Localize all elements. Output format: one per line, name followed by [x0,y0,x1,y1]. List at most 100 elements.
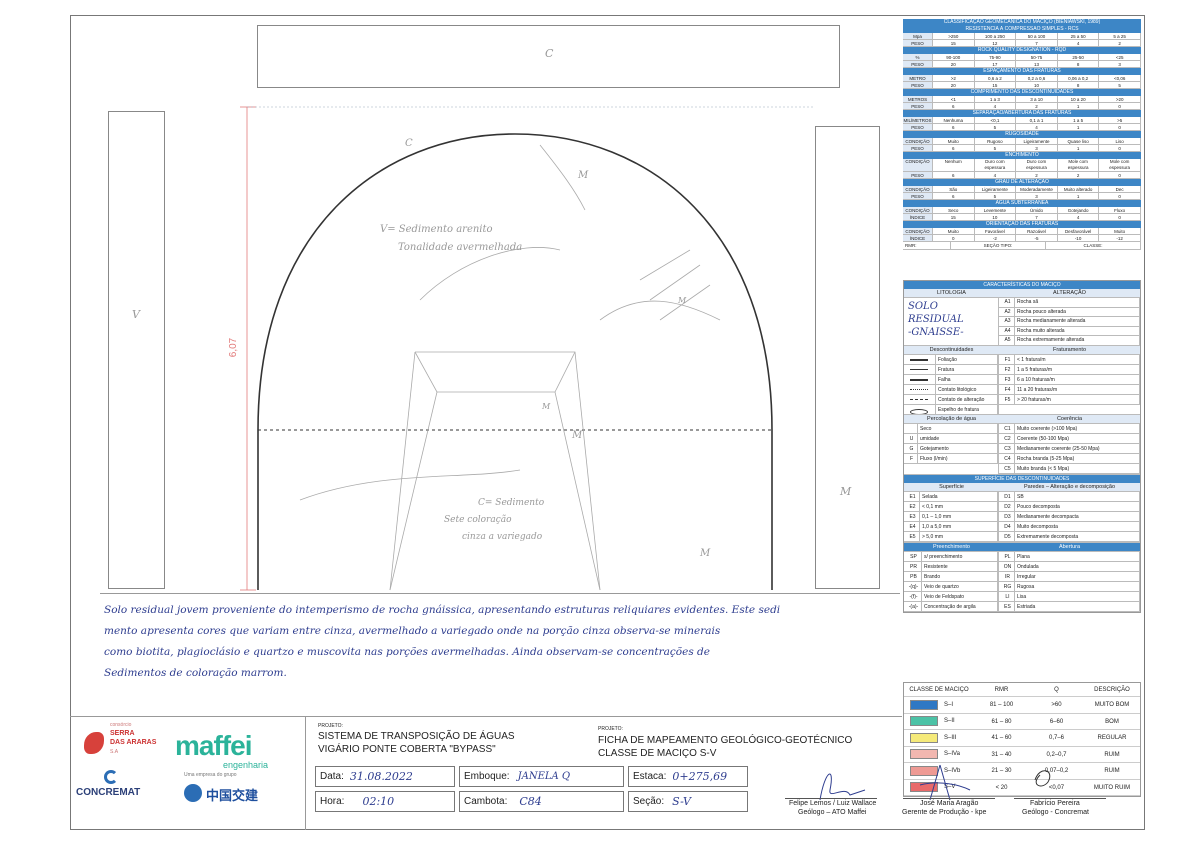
arch-note-1: V= Sedimento arenito [380,224,493,235]
rmr-cell: 0 [1099,193,1141,199]
sign-1-line [785,798,877,799]
preenchimento-row: -(q)- Veio de quartzo [904,582,998,592]
sign-1-name: Felipe Lemos / Luiz Wallace [789,800,877,807]
crcc-logo-text: 中国交建 [206,788,259,803]
rmr-row: PESO 6 4 2 1 0 [903,103,1141,110]
rmr-row-label: METROS [903,96,933,102]
rmr-section-header: COMPRIMENTO DAS DESCONTINUIDADES [903,89,1141,96]
hora-value: 02:10 [362,795,395,808]
percolacao-row: Seco [904,424,998,434]
preenchimento-code: SP [904,552,922,561]
rmr-cell: Mole com espessura [1099,159,1141,171]
rmr-row-label: PESO [903,40,933,46]
rmr-row-label: ÍNDICE [903,214,933,220]
lito-alt-header: LITOLOGIA ALTERAÇÃO [904,289,1140,298]
description-line-1: Solo residual jovem proveniente do intem… [104,604,781,616]
preenchimento-row: PR Resistente [904,562,998,572]
rmr-cell: 1 [1058,145,1100,151]
secao-tipo-label: SEÇÃO TIPO: [951,242,1046,249]
rmr-row: MILÍMETROS Nenhuma <0,1 0,1 a 11 a 5 >5 [903,117,1141,124]
abertura-list: PL Plana ON Ondulada IR Irregular RG Rugosa LI Li… [999,552,1140,612]
rmr-section-header: ROCK QUALITY DESIGNATION - RQD [903,47,1141,54]
rmr-cell: >20 [1099,96,1141,102]
paredes-code: D5 [999,532,1015,541]
paredes-text: Pouco decomposta [1015,502,1140,511]
rmr-cell: Desfavorável [1058,228,1100,234]
description-box: Solo residual jovem proveniente do intem… [100,593,900,713]
preenchimento-row: SP s/ preenchimento [904,552,998,562]
rmr-cell: 2 [1016,103,1058,109]
concremat-icon [104,770,118,784]
arch-note-2: Tonalidade avermelhada [398,242,523,253]
class-color-swatch [910,716,938,727]
abertura-text: Ondulada [1015,562,1140,571]
abertura-row: IR Irregular [999,572,1140,582]
rmr-row: Mpa >250 100 a 250 50 a 100 25 a 50 5 a 25 [903,33,1141,40]
coerencia-row: C3 Medianamente coerente (25-50 Mpa) [999,444,1140,454]
rmr-cell: 10 [975,214,1017,220]
data-box: Data: 31.08.2022 [315,766,455,787]
rmr-cell: <0,1 [975,117,1017,123]
rmr-cell: 6 [933,172,975,178]
rmr-cell: 0 [1099,124,1141,130]
coerencia-text: Muito branda (< 5 Mpa) [1015,464,1140,473]
abertura-text: Rugosa [1015,582,1140,591]
percolacao-text: Fluxo (l/min) [918,454,998,463]
rmr-cell: 4 [1016,124,1058,130]
superficie-row: E3 0,1 – 1,0 mm [904,512,998,522]
descontinuidade-text: Espelho de fratura [936,405,998,414]
rmr-row-label: CONDIÇÃO [903,186,933,192]
lito-alt-body: SOLO RESIDUAL -GNAISSE- A1 Rocha sã A2 Roch… [904,298,1140,346]
fraturamento-text: > 20 fraturas/m [1015,395,1140,404]
rmr-title: CLASSIFICAÇÃO GEOMECÂNICA DO MACIÇO (BIE… [903,19,1141,26]
rmr-row-label: CONDIÇÃO [903,207,933,213]
superficie-row: E1 Selada [904,492,998,502]
rmr-row-label: PESO [903,193,933,199]
superficie-text: > 5,0 mm [920,532,998,541]
percolacao-text: Seco [918,424,998,433]
rmr-row: PESO 6 5 4 1 0 [903,124,1141,131]
superficie-list: E1 Selada E2 < 0,1 mm E3 0,1 – 1,0 mm E4 1,0 a … [904,492,999,542]
rmr-cell: Úmido [1016,207,1058,213]
preenchimento-code: PR [904,562,922,571]
alteration-contact-symbol-icon [904,395,936,404]
rmr-cell: Dec [1099,186,1141,192]
descontinuidade-text: Contato de alteração [936,395,998,404]
hora-label: Hora: [320,796,345,807]
class-description: MUITO BOM [1094,702,1130,708]
rmr-row: PESO 20 15 10 8 5 [903,82,1141,89]
percolacao-row: Uumidade [904,434,998,444]
rmr-cell: >250 [933,33,975,39]
paredes-row: D5 Extremamente decomposta [999,532,1140,542]
rmr-row: PESO 15 12 7 4 2 [903,40,1141,47]
floor-mark-m2: M [572,430,583,441]
abertura-code: PL [999,552,1015,561]
floor-note-1: C= Sedimento [478,498,545,508]
coerencia-code: C1 [999,424,1015,433]
hora-box: Hora: 02:10 [315,791,455,812]
rmr-cell: 5 a 25 [1099,33,1141,39]
percolacao-text: umidade [918,434,998,443]
rmr-cell: 5 [975,193,1017,199]
rmr-row-label: METRO [903,75,933,81]
coerencia-row: C2 Coerente (50-100 Mpa) [999,434,1140,444]
coerencia-label: Coerência [1056,416,1083,422]
pre-abe-header: Preenchimento Abertura [904,543,1140,552]
percolacao-label: Percolação de água [927,416,976,422]
abertura-text: Estriada [1015,602,1140,611]
arch-mark-m1: M [578,170,589,181]
alteracao-list: A1 Rocha sã A2 Rocha pouco alterada A3 Rocha … [999,298,1140,346]
sign-3-role: Geólogo - Concremat [1022,809,1089,816]
rmr-row: ÍNDICE 15 10 7 4 0 [903,214,1141,221]
rmr-cell: Nenhum [933,159,975,171]
rmr-row: CONDIÇÃO Nenhum Duro com espessura Duro com… [903,159,1141,172]
rmr-cell: 75-90 [975,54,1017,60]
rmr-row: PESO 6 5 3 1 0 [903,193,1141,200]
rmr-cell: 5 [1099,82,1141,88]
rmr-cell: Levemente [975,207,1017,213]
paredes-code: D3 [999,512,1015,521]
rmr-cell: Nenhuma [933,117,975,123]
rmr-cell: 15 [975,82,1017,88]
rmr-cell: 3 [1016,145,1058,151]
rmr-cell: 0 [1099,214,1141,220]
